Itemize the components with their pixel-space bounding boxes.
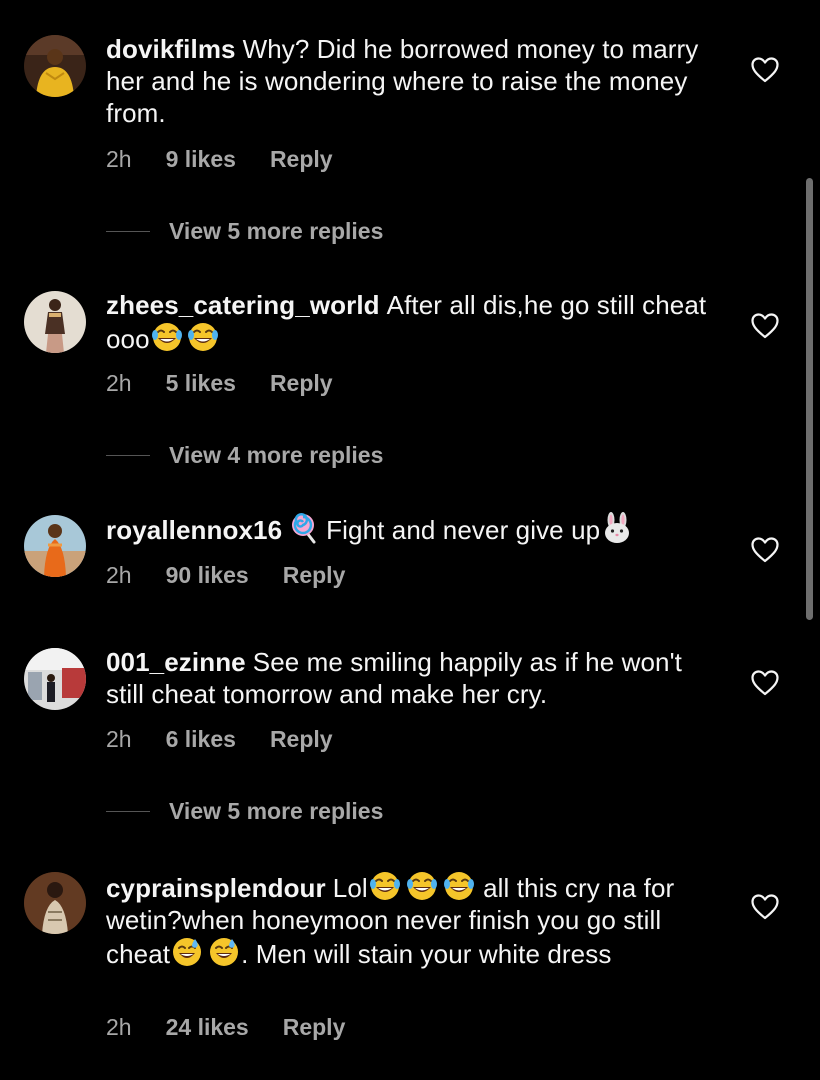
timestamp: 2h bbox=[106, 726, 132, 752]
avatar-cyprainsplendour[interactable] bbox=[24, 872, 86, 934]
timestamp: 2h bbox=[106, 370, 132, 396]
view-replies-label: View 5 more replies bbox=[169, 218, 384, 244]
view-replies-label: View 5 more replies bbox=[169, 798, 384, 824]
laughing-emoji-icon bbox=[369, 870, 401, 902]
likes-count[interactable]: 6 likes bbox=[166, 726, 236, 753]
username[interactable]: royallennox16 bbox=[106, 515, 282, 545]
heart-icon[interactable] bbox=[750, 55, 780, 85]
likes-count[interactable]: 24 likes bbox=[166, 1014, 249, 1041]
username[interactable]: dovikfilms bbox=[106, 34, 236, 64]
rabbit-face-emoji-icon bbox=[601, 512, 633, 544]
laughing-emoji-icon bbox=[443, 870, 475, 902]
avatar-001-ezinne[interactable] bbox=[24, 648, 86, 710]
view-replies-label: View 4 more replies bbox=[169, 442, 384, 468]
timestamp: 2h bbox=[106, 146, 132, 172]
comment-text: royallennox16 Fight and never give up bbox=[106, 512, 716, 546]
comment-text: zhees_catering_world After all dis,he go … bbox=[106, 289, 716, 355]
comment-text: dovikfilms Why? Did he borrowed money to … bbox=[106, 33, 716, 129]
username[interactable]: 001_ezinne bbox=[106, 647, 246, 677]
comment-message-part-3: . Men will stain your white dress bbox=[241, 939, 612, 969]
lollipop-emoji-icon bbox=[290, 512, 322, 544]
heart-icon[interactable] bbox=[750, 311, 780, 341]
reply-button[interactable]: Reply bbox=[283, 562, 346, 589]
comment-text: 001_ezinne See me smiling happily as if h… bbox=[106, 646, 716, 710]
view-replies-button[interactable]: View 5 more replies bbox=[106, 798, 383, 825]
comment-message: Fight and never give up bbox=[326, 515, 601, 545]
comment-meta: 2h 6 likes Reply bbox=[106, 726, 333, 753]
comment-meta: 2h 5 likes Reply bbox=[106, 370, 333, 397]
avatar-royallennox16[interactable] bbox=[24, 515, 86, 577]
laughing-emoji-icon bbox=[406, 870, 438, 902]
heart-icon[interactable] bbox=[750, 668, 780, 698]
username[interactable]: cyprainsplendour bbox=[106, 873, 326, 903]
laughing-emoji-icon bbox=[151, 321, 183, 353]
view-replies-button[interactable]: View 4 more replies bbox=[106, 442, 383, 469]
grinning-sweat-emoji-icon bbox=[208, 936, 240, 968]
avatar-dovikfilms[interactable] bbox=[24, 35, 86, 97]
reply-button[interactable]: Reply bbox=[270, 370, 333, 397]
laughing-emoji-icon bbox=[187, 321, 219, 353]
view-replies-button[interactable]: View 5 more replies bbox=[106, 218, 383, 245]
reply-button[interactable]: Reply bbox=[283, 1014, 346, 1041]
comment-message-part-1: Lol bbox=[332, 873, 368, 903]
timestamp: 2h bbox=[106, 1014, 132, 1040]
reply-button[interactable]: Reply bbox=[270, 726, 333, 753]
likes-count[interactable]: 9 likes bbox=[166, 146, 236, 173]
heart-icon[interactable] bbox=[750, 892, 780, 922]
scrollbar[interactable] bbox=[806, 178, 813, 620]
divider-line bbox=[106, 231, 150, 232]
comment-meta: 2h 90 likes Reply bbox=[106, 562, 345, 589]
divider-line bbox=[106, 455, 150, 456]
heart-icon[interactable] bbox=[750, 535, 780, 565]
comment-text: cyprainsplendour Lol all this cry na for … bbox=[106, 870, 716, 970]
username[interactable]: zhees_catering_world bbox=[106, 290, 380, 320]
timestamp: 2h bbox=[106, 562, 132, 588]
comment-meta: 2h 24 likes Reply bbox=[106, 1014, 345, 1041]
reply-button[interactable]: Reply bbox=[270, 146, 333, 173]
comment-meta: 2h 9 likes Reply bbox=[106, 146, 333, 173]
grinning-sweat-emoji-icon bbox=[171, 936, 203, 968]
divider-line bbox=[106, 811, 150, 812]
likes-count[interactable]: 5 likes bbox=[166, 370, 236, 397]
likes-count[interactable]: 90 likes bbox=[166, 562, 249, 589]
avatar-zhees-catering-world[interactable] bbox=[24, 291, 86, 353]
